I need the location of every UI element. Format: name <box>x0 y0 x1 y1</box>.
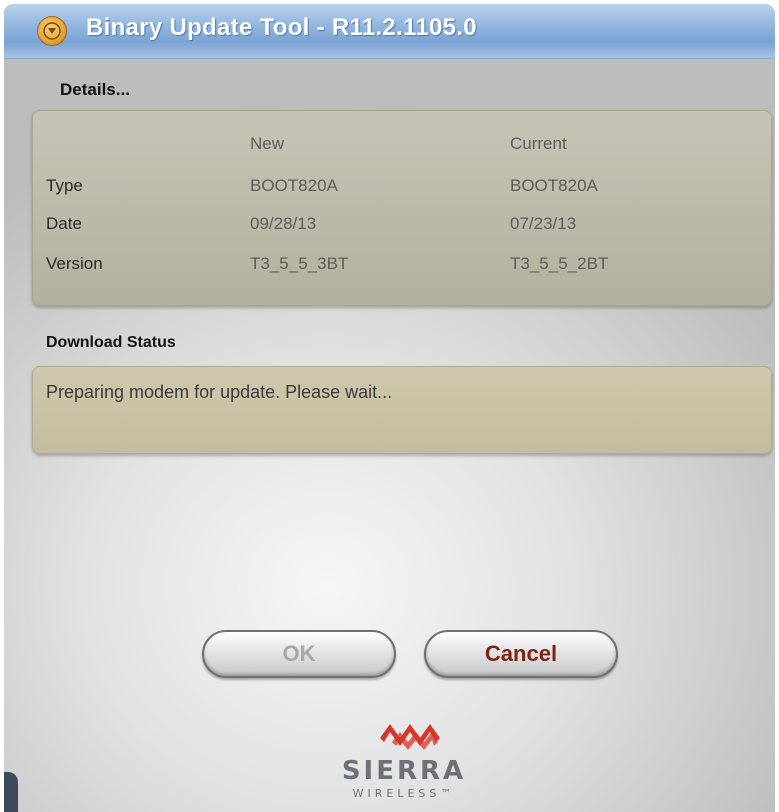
details-label: Details... <box>60 80 130 99</box>
date-current-value: 07/23/13 <box>510 214 577 233</box>
cancel-button[interactable]: Cancel <box>424 630 618 678</box>
status-message: Preparing modem for update. Please wait.… <box>46 382 393 402</box>
logo-wordmark: SIERRA <box>341 756 467 786</box>
ok-button[interactable]: OK <box>202 630 396 678</box>
type-current-value: BOOT820A <box>510 176 598 195</box>
download-status-label: Download Status <box>46 334 176 351</box>
binary-update-dialog: Binary Update Tool - R11.2.1105.0 Detail… <box>4 4 775 812</box>
row-label-date: Date <box>46 214 82 233</box>
version-new-value: T3_5_5_3BT <box>250 254 349 273</box>
details-panel: New Current Type BOOT820A BOOT820A Date … <box>32 110 772 306</box>
title-bar[interactable]: Binary Update Tool - R11.2.1105.0 <box>4 4 775 59</box>
window-title: Binary Update Tool - R11.2.1105.0 <box>86 14 477 41</box>
date-new-value: 09/28/13 <box>250 214 317 233</box>
type-new-value: BOOT820A <box>250 176 338 195</box>
column-header-new: New <box>250 134 285 153</box>
row-label-version: Version <box>46 254 103 273</box>
logo-subtitle: WIRELESS™ <box>352 787 456 800</box>
row-label-type: Type <box>46 176 83 195</box>
download-status-panel: Preparing modem for update. Please wait.… <box>32 366 772 454</box>
sierra-wave-icon <box>380 724 440 750</box>
column-header-current: Current <box>510 134 567 153</box>
version-current-value: T3_5_5_2BT <box>510 254 609 273</box>
sierra-wireless-logo: SIERRA WIRELESS™ <box>334 716 474 812</box>
download-arrow-icon <box>37 16 67 46</box>
